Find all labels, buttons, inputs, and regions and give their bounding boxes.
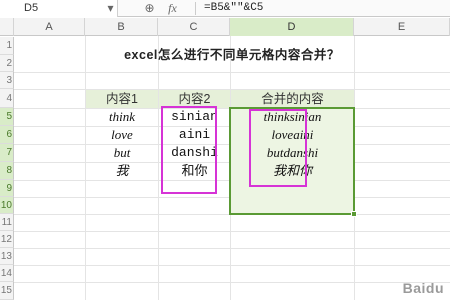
grid-line <box>14 231 450 232</box>
fx-icon[interactable]: fx <box>165 1 180 16</box>
column-header-a[interactable]: A <box>14 18 85 36</box>
cell-b8[interactable]: 我 <box>86 162 158 180</box>
cell-b6[interactable]: love <box>86 126 158 144</box>
header-content1[interactable]: 内容1 <box>86 90 158 108</box>
row-header-13[interactable]: 13 <box>0 248 14 265</box>
column-header-e[interactable]: E <box>354 18 450 36</box>
row-header-3[interactable]: 3 <box>0 72 14 89</box>
grid-line <box>14 265 450 266</box>
baidu-watermark: Baidu <box>402 280 444 296</box>
grid-line <box>14 282 450 283</box>
column-header-bar: A B C D E <box>0 18 450 36</box>
fill-handle[interactable] <box>351 211 357 217</box>
row-header-1[interactable]: 1 <box>0 37 14 55</box>
highlight-box-c <box>161 106 217 194</box>
row-header-10[interactable]: 10 <box>0 197 14 214</box>
row-header-14[interactable]: 14 <box>0 265 14 282</box>
row-header-8[interactable]: 8 <box>0 162 14 180</box>
row-header-9[interactable]: 9 <box>0 180 14 197</box>
row-header-4[interactable]: 4 <box>0 89 14 108</box>
highlight-box-d <box>249 109 307 187</box>
dropdown-arrow-icon[interactable]: ▾ <box>103 1 118 16</box>
row-header-7[interactable]: 7 <box>0 144 14 162</box>
column-header-c[interactable]: C <box>158 18 230 36</box>
formula-divider <box>195 2 196 15</box>
header-merged-content[interactable]: 合并的内容 <box>231 90 354 108</box>
grid-line <box>14 248 450 249</box>
row-header-11[interactable]: 11 <box>0 214 14 231</box>
cell-b7[interactable]: but <box>86 144 158 162</box>
cell-b5[interactable]: think <box>86 108 158 126</box>
row-header-5[interactable]: 5 <box>0 108 14 126</box>
row-header-12[interactable]: 12 <box>0 231 14 248</box>
select-all-corner[interactable] <box>0 18 14 36</box>
grid-line <box>14 72 450 73</box>
name-box[interactable]: D5 <box>0 0 118 17</box>
row-header-6[interactable]: 6 <box>0 126 14 144</box>
column-header-d[interactable]: D <box>230 18 354 36</box>
sheet-title[interactable]: excel怎么进行不同单元格内容合并？ <box>14 44 450 63</box>
row-header-2[interactable]: 2 <box>0 55 14 72</box>
row-header-15[interactable]: 15 <box>0 282 14 300</box>
column-header-b[interactable]: B <box>85 18 158 36</box>
zoom-icon[interactable]: ⊕ <box>142 1 157 16</box>
formula-input[interactable]: =B5&""&C5 <box>204 0 263 17</box>
